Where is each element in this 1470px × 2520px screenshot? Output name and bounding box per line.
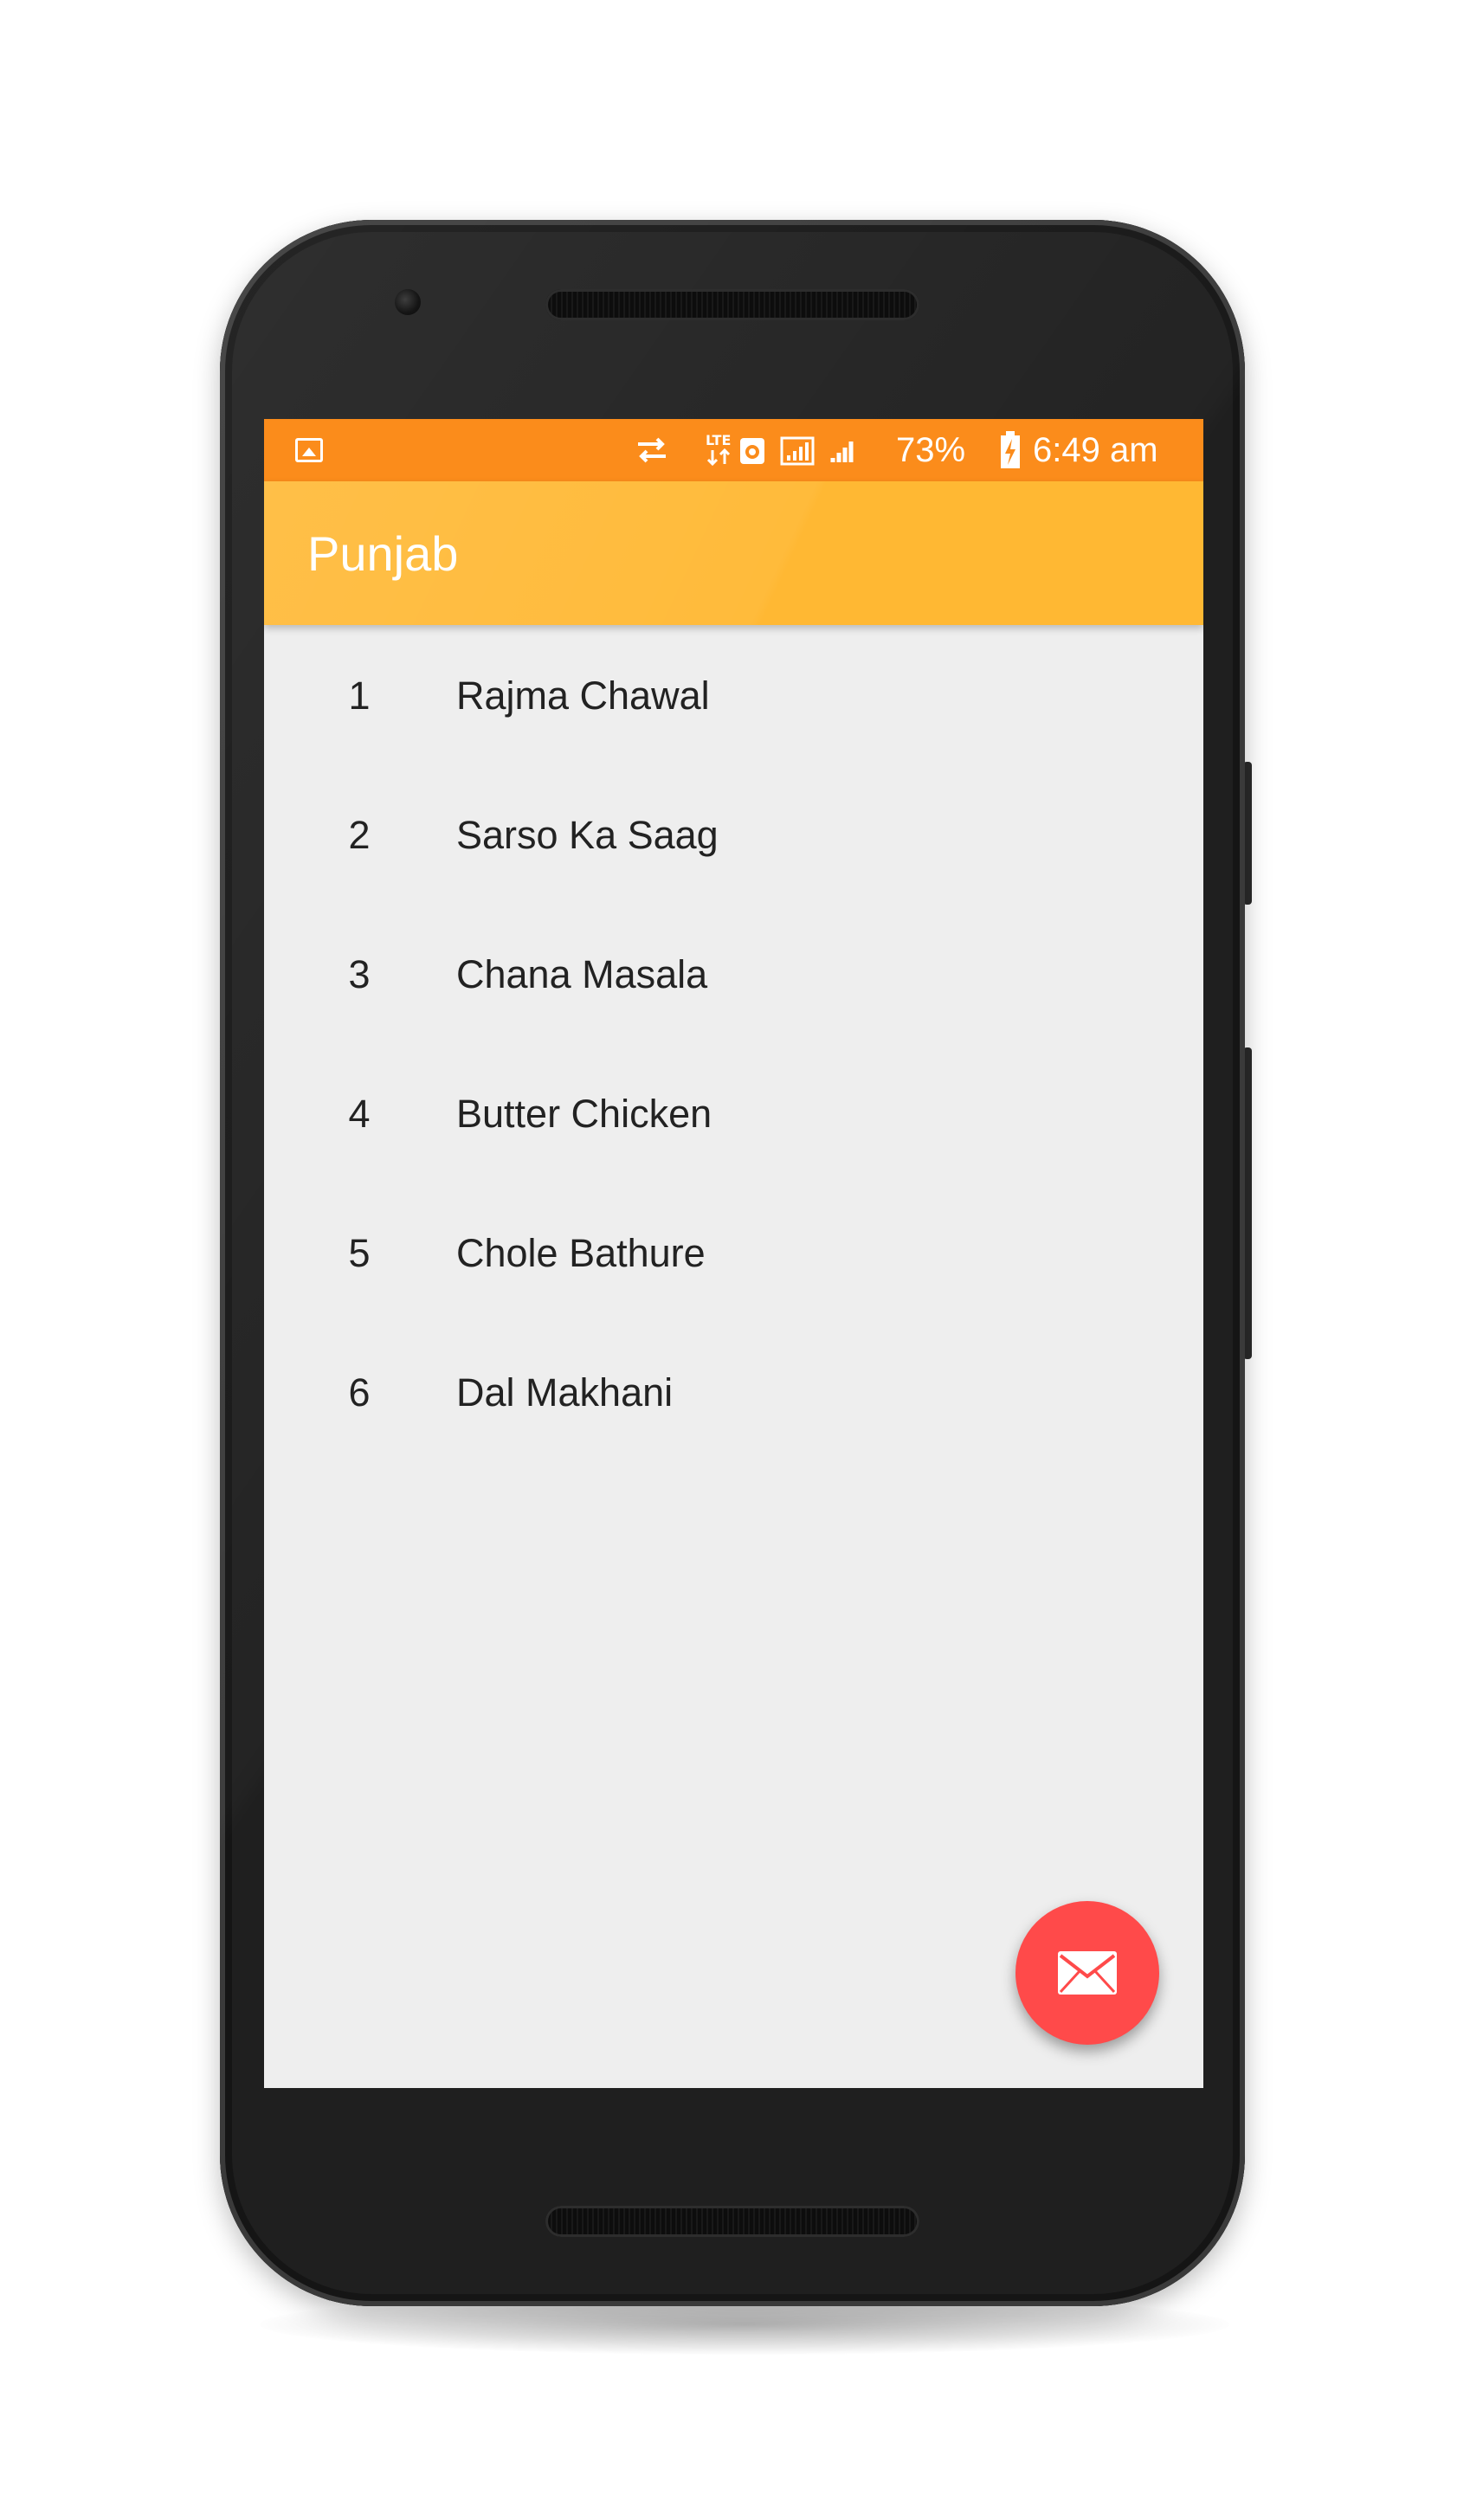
list-item[interactable]: 1 Rajma Chawal	[264, 625, 1203, 764]
mail-icon	[1058, 1951, 1117, 1995]
lte-icon: LTE	[706, 432, 731, 467]
signal-sim1-icon	[780, 436, 815, 466]
data-transfer-icon	[638, 437, 666, 463]
battery-percentage: 73%	[896, 431, 966, 469]
list-item[interactable]: 3 Chana Masala	[264, 904, 1203, 1043]
dish-list: 1 Rajma Chawal 2 Sarso Ka Saag 3 Chana M…	[264, 625, 1203, 1461]
item-number: 5	[348, 1231, 371, 1275]
item-name: Butter Chicken	[456, 1092, 712, 1136]
item-number: 1	[348, 674, 371, 718]
status-bar: LTE 73% 6:49 am	[264, 419, 1203, 481]
item-name: Chana Masala	[456, 952, 708, 996]
item-number: 3	[348, 952, 371, 996]
item-name: Chole Bathure	[456, 1231, 706, 1275]
signal-sim2-icon	[830, 441, 854, 462]
item-name: Rajma Chawal	[456, 674, 710, 718]
front-camera	[395, 289, 421, 315]
list-item[interactable]: 6 Dal Makhani	[264, 1322, 1203, 1461]
item-name: Dal Makhani	[456, 1370, 674, 1415]
item-number: 6	[348, 1370, 371, 1415]
item-number: 2	[348, 813, 371, 857]
bottom-speaker	[545, 2206, 919, 2237]
list-item[interactable]: 4 Butter Chicken	[264, 1043, 1203, 1183]
compose-email-button[interactable]	[1015, 1901, 1159, 2045]
list-item[interactable]: 2 Sarso Ka Saag	[264, 764, 1203, 904]
earpiece-speaker	[545, 289, 919, 320]
battery-charging-icon	[1001, 431, 1020, 468]
app-screen: LTE 73% 6:49 am Punjab 1 Rajma Chawal 2 …	[264, 419, 1203, 2088]
app-bar: Punjab	[264, 481, 1203, 625]
image-notification-icon	[295, 438, 323, 462]
svg-text:LTE: LTE	[706, 432, 731, 448]
clock: 6:49 am	[1033, 431, 1158, 469]
page-title: Punjab	[307, 526, 459, 581]
item-number: 4	[348, 1092, 371, 1136]
item-name: Sarso Ka Saag	[456, 813, 719, 857]
list-item[interactable]: 5 Chole Bathure	[264, 1183, 1203, 1322]
vpn-icon	[740, 438, 764, 464]
